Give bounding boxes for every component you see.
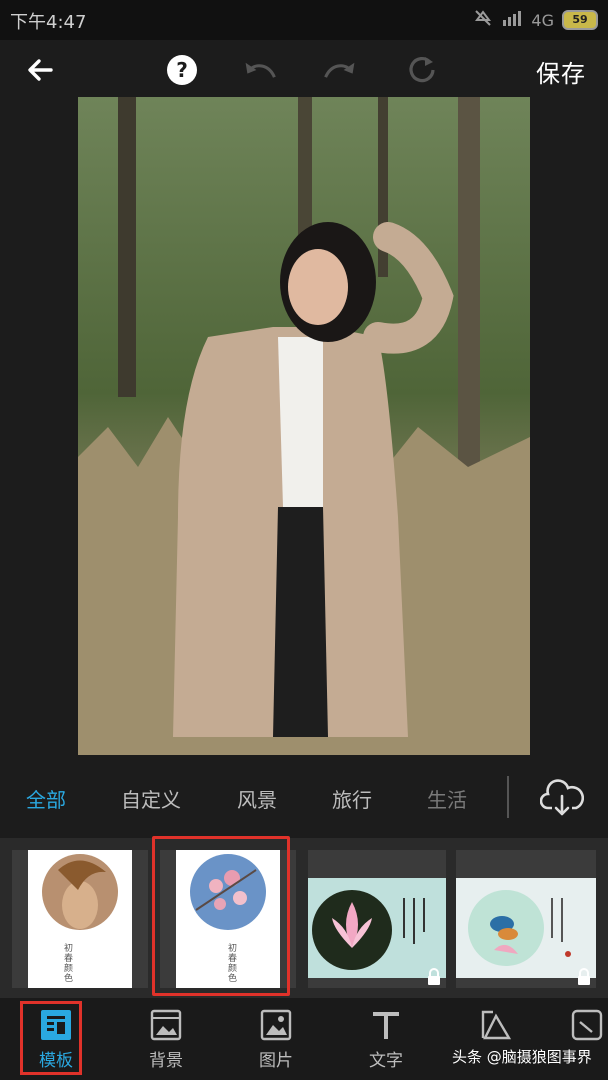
cloud-download-icon[interactable] <box>539 778 585 822</box>
template-strip: 初春颜色 初春颜色 <box>0 838 608 998</box>
watermark-text: 头条 @脑摄狼图事界 <box>452 1048 592 1066</box>
nav-text[interactable]: 文字 <box>346 998 426 1080</box>
lock-icon <box>576 968 592 985</box>
battery-icon: 59 <box>562 10 598 30</box>
template-preview: 初春颜色 <box>28 850 132 988</box>
nav-label: 背景 <box>149 1051 183 1071</box>
image-icon <box>260 1009 292 1041</box>
category-tabs: 全部 自定义 风景 旅行 生活 <box>0 770 608 826</box>
tab-custom[interactable]: 自定义 <box>121 784 181 813</box>
tab-scenery[interactable]: 风景 <box>237 784 277 813</box>
tab-travel[interactable]: 旅行 <box>332 784 372 813</box>
nav-shape[interactable] <box>456 998 536 1080</box>
tab-divider <box>507 776 509 818</box>
reset-icon[interactable] <box>404 52 440 88</box>
edited-photo <box>78 97 530 755</box>
nav-image[interactable]: 图片 <box>236 998 316 1080</box>
top-toolbar: ? 保存 <box>0 40 608 100</box>
network-type: 4G <box>531 10 554 30</box>
back-arrow-icon[interactable] <box>22 52 58 88</box>
template-card[interactable]: 初春颜色 <box>12 850 148 988</box>
bottom-nav: 模板 背景 图片 文字 <box>0 998 608 1080</box>
nav-label: 文字 <box>369 1051 403 1071</box>
help-button[interactable]: ? <box>164 52 200 88</box>
nav-label: 图片 <box>259 1051 293 1071</box>
template-caption: 初春颜色 <box>64 944 74 984</box>
template-card[interactable] <box>308 850 446 988</box>
status-time: 下午4:47 <box>10 12 87 33</box>
save-button[interactable]: 保存 <box>536 54 586 89</box>
nav-background[interactable]: 背景 <box>126 998 206 1080</box>
photo-canvas[interactable] <box>78 97 530 755</box>
shape-icon <box>481 1010 512 1040</box>
mute-icon <box>473 8 493 32</box>
active-nav-highlight <box>20 1001 82 1075</box>
template-preview <box>308 878 446 978</box>
template-card[interactable] <box>456 850 596 988</box>
undo-icon[interactable] <box>242 52 278 88</box>
sticker-icon <box>571 1009 603 1041</box>
status-indicators: 4G 59 <box>473 8 598 32</box>
lock-icon <box>426 968 442 985</box>
selected-template-highlight <box>152 836 290 996</box>
tab-all[interactable]: 全部 <box>26 784 66 813</box>
text-icon <box>373 1012 399 1039</box>
redo-icon[interactable] <box>322 52 358 88</box>
template-preview <box>456 878 596 978</box>
signal-icon <box>501 10 523 30</box>
status-bar: 下午4:47 4G 59 <box>0 0 608 40</box>
help-icon: ? <box>167 55 197 85</box>
background-icon <box>150 1009 182 1041</box>
nav-more[interactable] <box>566 998 608 1080</box>
tab-life[interactable]: 生活 <box>427 784 467 813</box>
